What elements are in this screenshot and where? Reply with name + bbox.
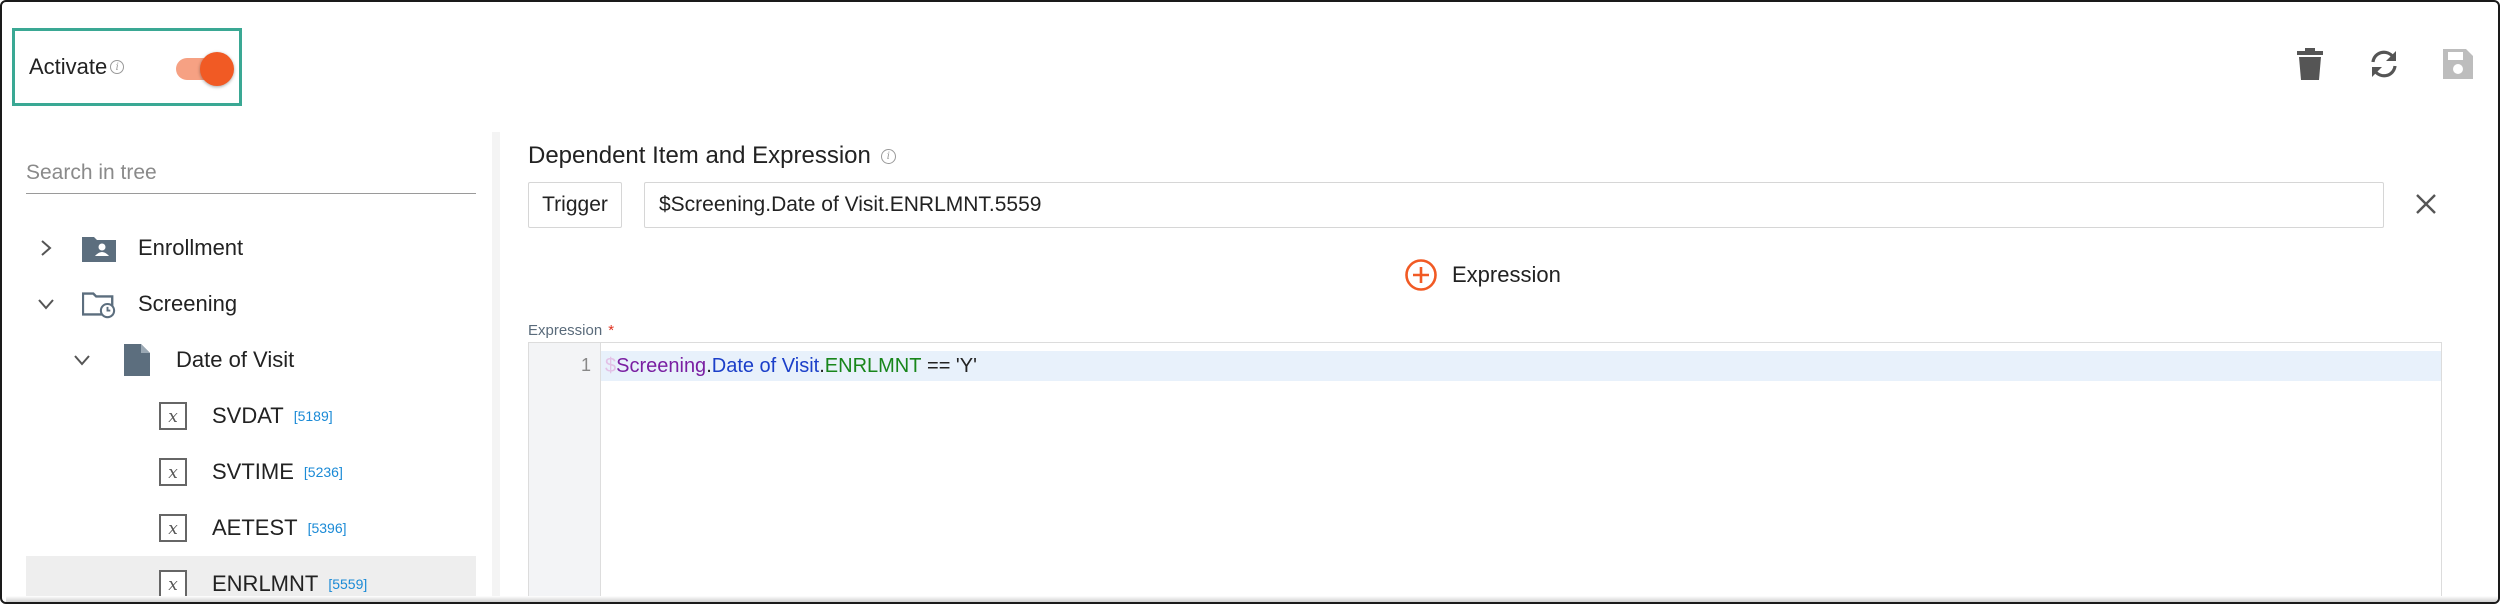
trigger-field[interactable]: [644, 182, 2384, 228]
svg-text:x: x: [168, 407, 178, 427]
editor-gutter: 1: [529, 343, 601, 602]
required-mark: *: [608, 322, 615, 339]
plus-circle-icon: [1405, 259, 1437, 291]
variable-icon: x: [156, 455, 190, 489]
tree-node-svdat[interactable]: x SVDAT [5189]: [26, 388, 476, 444]
info-icon[interactable]: i: [880, 148, 896, 164]
line-number: 1: [580, 355, 591, 375]
tree-node-label: AETEST [5396]: [212, 515, 347, 540]
tree-node-screening[interactable]: Screening: [26, 276, 476, 332]
variable-icon: x: [156, 567, 190, 601]
code-token-sigil: $: [605, 354, 617, 377]
info-icon[interactable]: i: [110, 60, 125, 74]
folder-clock-icon: [82, 287, 116, 321]
tree-search: [26, 154, 476, 194]
save-button[interactable]: [2440, 46, 2476, 82]
section-title: Dependent Item and Expression i: [528, 142, 896, 170]
close-icon: [2416, 194, 2436, 214]
tree-node-label: SVTIME [5236]: [212, 459, 343, 484]
activate-label: Activate: [29, 54, 108, 79]
tree-node-enrlmnt[interactable]: x ENRLMNT [5559]: [26, 556, 476, 602]
tree-node-svtime[interactable]: x SVTIME [5236]: [26, 444, 476, 500]
variable-icon: x: [156, 399, 190, 433]
item-id-badge: [5236]: [303, 464, 343, 480]
refresh-icon: [2371, 50, 2397, 78]
chevron-right-icon[interactable]: [36, 238, 56, 258]
tree-search-input[interactable]: [26, 154, 476, 192]
tree-node-label: SVDAT [5189]: [212, 403, 333, 428]
toolbar: [2292, 46, 2476, 82]
app-window: Activate i Search in tree Enrollment Scr…: [0, 0, 2500, 604]
item-id-badge: [5189]: [293, 408, 333, 424]
tree-node-date-of-visit[interactable]: Date of Visit: [26, 332, 476, 388]
expression-editor[interactable]: 1 $ Screening. Date of Visit. ENRLMNT == 'Y…: [528, 342, 2442, 602]
item-id-badge: [5559]: [328, 576, 368, 592]
save-icon: [2443, 49, 2473, 79]
code-line[interactable]: $ Screening. Date of Visit. ENRLMNT == 'Y': [601, 351, 2441, 381]
tree-node-label: Enrollment: [138, 235, 244, 260]
document-icon: [120, 343, 154, 377]
clear-trigger-button[interactable]: [2406, 184, 2446, 224]
add-expression-label: Expression: [1452, 262, 1561, 287]
tree-node-label: Date of Visit: [176, 347, 295, 372]
delete-button[interactable]: [2292, 46, 2328, 82]
variable-icon: x: [156, 511, 190, 545]
expression-label: Expression *: [528, 322, 615, 339]
trigger-button[interactable]: Trigger: [528, 182, 622, 228]
tree: Enrollment Screening Date of Visit x SVD…: [26, 220, 476, 602]
folder-person-icon: [82, 231, 116, 265]
toggle-knob: [200, 52, 235, 86]
activate-section: Activate i: [12, 28, 242, 106]
panel-splitter[interactable]: [492, 132, 500, 602]
activate-toggle[interactable]: [176, 50, 235, 86]
refresh-button[interactable]: [2366, 46, 2402, 82]
tree-panel: Enrollment Screening: [26, 154, 476, 602]
chevron-down-icon[interactable]: [72, 350, 92, 370]
code-token-property: Date of Visit: [711, 354, 820, 377]
tree-node-label: ENRLMNT [5559]: [212, 571, 368, 596]
code-token-namespace: Screening: [616, 354, 707, 377]
trash-icon: [2297, 48, 2323, 80]
dependent-title: Dependent Item and Expression: [528, 142, 871, 169]
svg-text:x: x: [168, 575, 178, 595]
code-token-item: ENRLMNT: [824, 354, 922, 377]
tree-node-aetest[interactable]: x AETEST [5396]: [26, 500, 476, 556]
add-expression-button[interactable]: Expression: [1404, 258, 1561, 292]
svg-text:x: x: [168, 463, 178, 483]
chevron-down-icon[interactable]: [36, 294, 56, 314]
tree-node-label: Screening: [138, 291, 238, 316]
item-id-badge: [5396]: [307, 520, 347, 536]
code-token-operator: == 'Y': [921, 354, 977, 377]
svg-text:x: x: [168, 519, 178, 539]
tree-node-enrollment[interactable]: Enrollment: [26, 220, 476, 276]
